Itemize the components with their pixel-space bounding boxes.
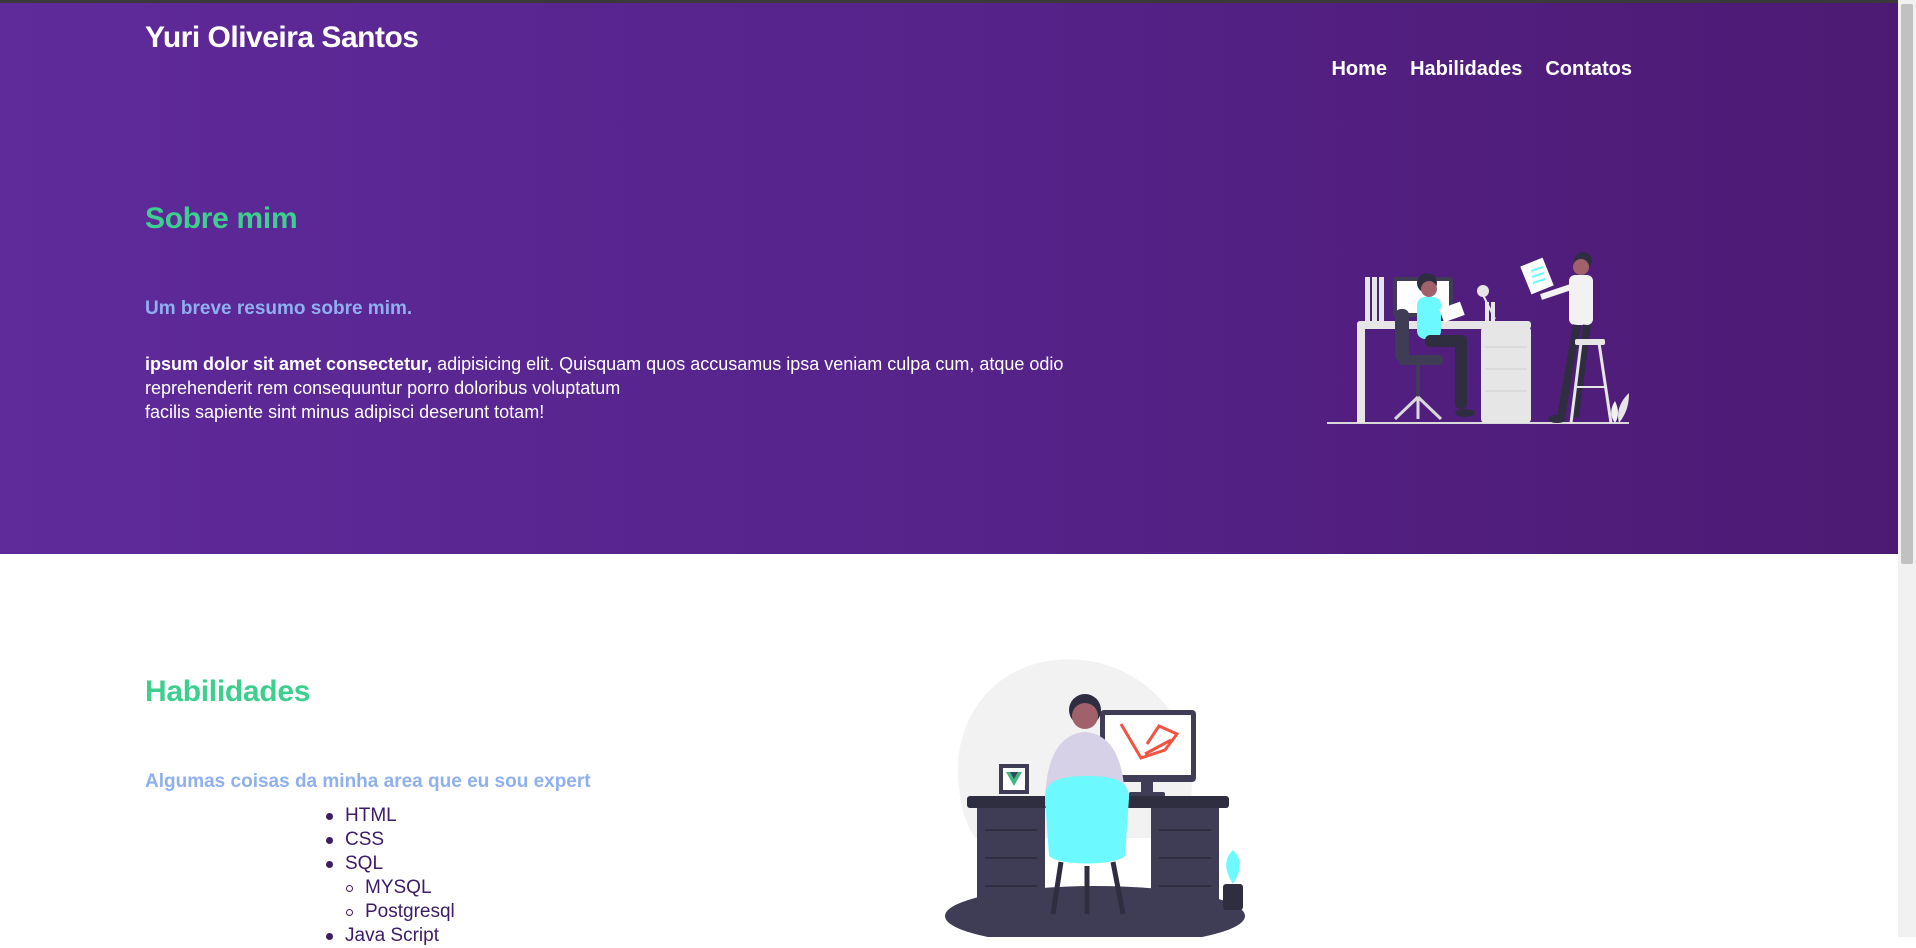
skills-title: Habilidades: [145, 675, 311, 708]
skills-list: HTML CSS SQL MYSQL Postgresql Java Scrip…: [326, 804, 455, 948]
skill-label: Java Script: [345, 925, 439, 946]
bullet-icon: [326, 837, 333, 844]
skill-label: HTML: [345, 805, 397, 826]
about-bold-text: ipsum dolor sit amet consectetur,: [145, 354, 433, 374]
nav-habilidades-link[interactable]: Habilidades: [1410, 58, 1522, 81]
skill-label: CSS: [345, 829, 385, 850]
circle-bullet-icon: [346, 909, 353, 916]
skills-subtitle: Algumas coisas da minha area que eu sou …: [145, 771, 591, 792]
main-nav: Home Habilidades Contatos: [1331, 58, 1632, 81]
skill-item: SQL MYSQL Postgresql: [326, 852, 455, 924]
skill-item: HTML: [326, 804, 455, 828]
bullet-icon: [326, 861, 333, 868]
developer-at-computer-illustration-icon: [945, 659, 1245, 937]
nav-contatos-link[interactable]: Contatos: [1545, 58, 1632, 81]
about-paragraph: ipsum dolor sit amet consectetur, adipis…: [145, 352, 1145, 424]
page-scrollbar[interactable]: [1898, 0, 1916, 937]
about-line-3: facilis sapiente sint minus adipisci des…: [145, 402, 545, 422]
skill-item: Java Script: [326, 924, 455, 948]
about-text-1: adipisicing elit. Quisquam quos accusamu…: [432, 354, 1064, 374]
site-brand[interactable]: Yuri Oliveira Santos: [145, 21, 419, 55]
circle-bullet-icon: [346, 885, 353, 892]
skill-sublabel: Postgresql: [365, 901, 455, 922]
scrollbar-thumb[interactable]: [1901, 4, 1913, 564]
skill-subitem: Postgresql: [346, 900, 455, 924]
skill-item: CSS: [326, 828, 455, 852]
skill-label: SQL: [345, 853, 384, 874]
sql-sublist: MYSQL Postgresql: [345, 876, 455, 924]
about-line-2: reprehenderit rem consequuntur porro dol…: [145, 378, 621, 398]
skill-subitem: MYSQL: [346, 876, 455, 900]
about-line-1: ipsum dolor sit amet consectetur, adipis…: [145, 352, 1145, 376]
about-title: Sobre mim: [145, 202, 298, 235]
nav-home-link[interactable]: Home: [1331, 58, 1387, 81]
about-subtitle: Um breve resumo sobre mim.: [145, 298, 413, 319]
bullet-icon: [326, 813, 333, 820]
hero-section: Yuri Oliveira Santos Home Habilidades Co…: [0, 3, 1898, 554]
skill-sublabel: MYSQL: [365, 877, 432, 898]
people-at-desk-illustration-icon: [1327, 252, 1629, 424]
